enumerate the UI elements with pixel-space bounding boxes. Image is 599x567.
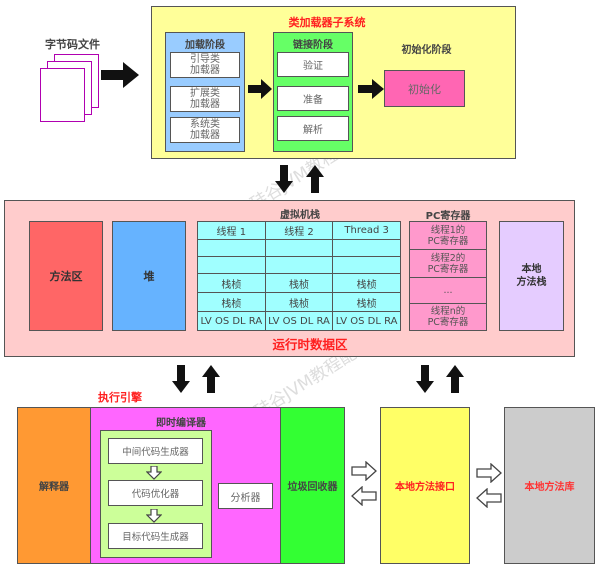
jit-compiler-title: 即时编译器 bbox=[156, 417, 206, 429]
pc-register-ellipsis: ... bbox=[410, 278, 486, 304]
pc-register-thread-1: 线程1的 PC寄存器 bbox=[410, 222, 486, 250]
arrow-right-hollow-icon bbox=[476, 462, 502, 487]
pc-register-thread-n: 线程n的 PC寄存器 bbox=[427, 306, 469, 328]
stack-cell bbox=[332, 256, 401, 274]
stack-frame: 栈桢 bbox=[264, 273, 334, 293]
stack-cell bbox=[332, 239, 401, 257]
bytecode-label: 字节码文件 bbox=[45, 38, 100, 51]
initialization-step: 初始化 bbox=[384, 70, 465, 107]
arrow-right-hollow-icon bbox=[351, 460, 377, 485]
arrow-right-icon bbox=[101, 62, 139, 88]
method-area: 方法区 bbox=[29, 221, 103, 331]
code-optimizer: 代码优化器 bbox=[108, 480, 203, 506]
thread-header: Thread 3 bbox=[332, 221, 401, 240]
arrow-up-icon bbox=[446, 365, 464, 393]
arrow-right-icon bbox=[358, 79, 384, 99]
intermediate-code-generator: 中间代码生成器 bbox=[108, 438, 203, 464]
stack-frame: 栈桢 bbox=[332, 273, 401, 293]
resolution-step: 解析 bbox=[277, 116, 349, 141]
target-code-generator: 目标代码生成器 bbox=[108, 523, 203, 549]
jit-compiler: 即时编译器 中间代码生成器 代码优化器 目标代码生成器 分析器 bbox=[90, 407, 281, 564]
stack-cell bbox=[197, 239, 266, 257]
stack-frame: 栈桢 bbox=[264, 292, 334, 312]
bootstrap-classloader: 引导类 加载器 bbox=[170, 52, 240, 78]
frame-components: LV OS DL RA bbox=[197, 311, 266, 331]
native-method-interface: 本地方法接口 bbox=[380, 407, 470, 564]
stack-cell bbox=[264, 239, 334, 257]
arrow-up-icon bbox=[202, 365, 220, 393]
loading-phase-title: 加载阶段 bbox=[185, 39, 225, 51]
arrow-up-icon bbox=[306, 165, 324, 193]
pc-register-thread-2: 线程2的 PC寄存器 bbox=[410, 250, 486, 278]
system-classloader: 系统类 加载器 bbox=[170, 117, 240, 143]
extension-classloader: 扩展类 加载器 bbox=[170, 86, 240, 112]
class-loader-title: 类加载器子系统 bbox=[288, 16, 366, 29]
stack-frame: 栈桢 bbox=[197, 273, 266, 293]
verification-step: 验证 bbox=[277, 52, 349, 77]
native-method-stack: 本地 方法栈 bbox=[499, 221, 564, 331]
vm-stack-table: 线程 1 线程 2 Thread 3 栈桢 栈桢 栈桢 栈桢 栈桢 栈桢 LV … bbox=[197, 221, 401, 331]
jit-pipeline: 中间代码生成器 代码优化器 目标代码生成器 bbox=[100, 430, 212, 558]
loading-phase: 加载阶段 引导类 加载器 扩展类 加载器 系统类 加载器 bbox=[165, 32, 245, 152]
arrow-right-icon bbox=[248, 79, 272, 99]
stack-cell bbox=[197, 256, 266, 274]
runtime-data-area: 方法区 堆 虚拟机栈 线程 1 线程 2 Thread 3 栈桢 栈桢 栈桢 栈… bbox=[4, 200, 575, 357]
execution-engine-title: 执行引擎 bbox=[98, 391, 142, 404]
vm-stack-title: 虚拟机栈 bbox=[280, 209, 320, 221]
class-loader-subsystem: 类加载器子系统 加载阶段 引导类 加载器 扩展类 加载器 系统类 加载器 链接阶… bbox=[151, 6, 516, 159]
linking-phase-title: 链接阶段 bbox=[293, 39, 333, 51]
vm-stack: 线程 1 线程 2 Thread 3 栈桢 栈桢 栈桢 栈桢 栈桢 栈桢 LV … bbox=[197, 221, 401, 331]
interpreter: 解释器 bbox=[17, 407, 91, 564]
pc-register-title: PC寄存器 bbox=[425, 210, 471, 222]
initialization-phase-title: 初始化阶段 bbox=[401, 44, 452, 56]
garbage-collector: 垃圾回收器 bbox=[280, 407, 345, 564]
arrow-down-icon bbox=[416, 365, 434, 393]
pc-register: 线程1的 PC寄存器 线程2的 PC寄存器 ... 线程n的 PC寄存器 bbox=[409, 221, 487, 331]
arrow-down-icon bbox=[275, 165, 293, 193]
native-method-library: 本地方法库 bbox=[504, 407, 595, 564]
thread-header: 线程 2 bbox=[264, 221, 334, 240]
linking-phase: 链接阶段 验证 准备 解析 bbox=[273, 32, 353, 152]
stack-cell bbox=[264, 256, 334, 274]
heap: 堆 bbox=[112, 221, 186, 331]
documents-icon bbox=[40, 52, 102, 124]
frame-components: LV OS DL RA bbox=[332, 311, 401, 331]
arrow-left-hollow-icon bbox=[476, 487, 502, 512]
analyzer: 分析器 bbox=[218, 483, 273, 509]
frame-components: LV OS DL RA bbox=[264, 311, 334, 331]
thread-header: 线程 1 bbox=[197, 221, 266, 240]
runtime-data-area-title: 运行时数据区 bbox=[272, 336, 348, 352]
preparation-step: 准备 bbox=[277, 86, 349, 111]
stack-frame: 栈桢 bbox=[332, 292, 401, 312]
stack-frame: 栈桢 bbox=[197, 292, 266, 312]
arrow-left-hollow-icon bbox=[351, 485, 377, 510]
